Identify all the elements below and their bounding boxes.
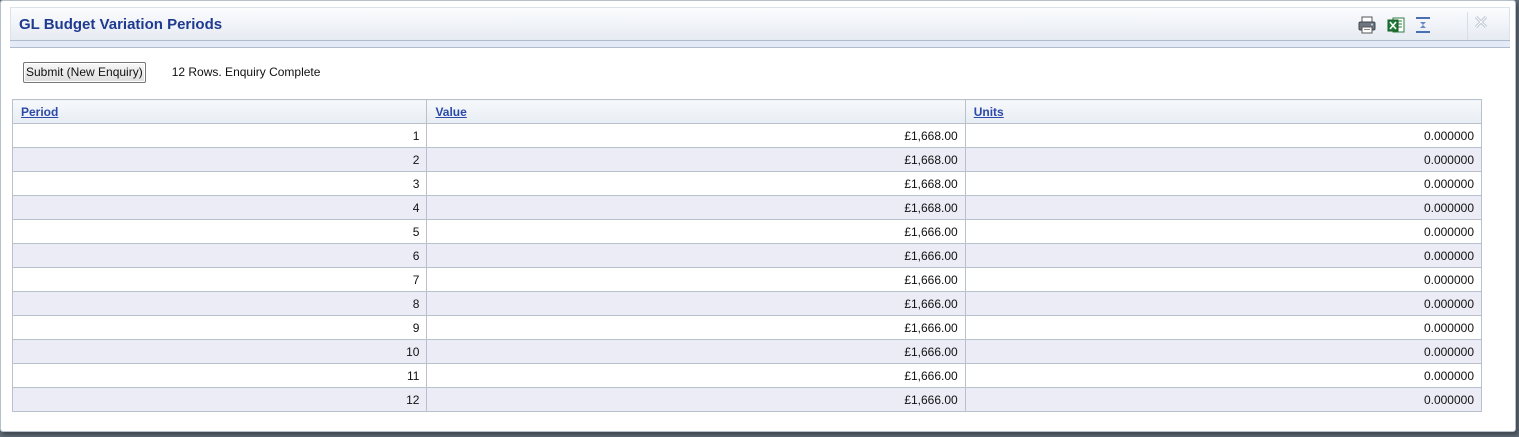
units-cell: 0.000000	[964, 147, 1483, 172]
column-layout-icon[interactable]	[1413, 15, 1433, 35]
value-cell: £1,666.00	[426, 387, 966, 412]
value-cell: £1,668.00	[426, 147, 966, 172]
table-row[interactable]: 10 £1,666.00 0.000000	[11, 339, 1483, 364]
units-column-header[interactable]: Units	[964, 99, 1483, 124]
close-icon[interactable]	[1473, 14, 1489, 30]
table-row[interactable]: 2 £1,668.00 0.000000	[11, 147, 1483, 172]
enquiry-toolbar: Submit (New Enquiry) 12 Rows. Enquiry Co…	[23, 61, 320, 83]
value-cell: £1,666.00	[426, 291, 966, 316]
units-cell: 0.000000	[964, 363, 1483, 388]
value-cell: £1,668.00	[426, 195, 966, 220]
period-cell: 5	[11, 219, 428, 244]
excel-export-icon[interactable]	[1386, 15, 1406, 35]
units-cell: 0.000000	[964, 387, 1483, 412]
table-row[interactable]: 1 £1,668.00 0.000000	[11, 123, 1483, 148]
title-rule	[10, 40, 1510, 48]
value-sort-link[interactable]: Value	[435, 105, 466, 119]
period-cell: 2	[11, 147, 428, 172]
submit-new-enquiry-button[interactable]: Submit (New Enquiry)	[23, 61, 146, 83]
units-cell: 0.000000	[964, 171, 1483, 196]
units-cell: 0.000000	[964, 243, 1483, 268]
units-cell: 0.000000	[964, 267, 1483, 292]
units-cell: 0.000000	[964, 291, 1483, 316]
period-cell: 10	[11, 339, 428, 364]
period-cell: 11	[11, 363, 428, 388]
table-row[interactable]: 8 £1,666.00 0.000000	[11, 291, 1483, 316]
period-column-header[interactable]: Period	[11, 99, 428, 124]
table-row[interactable]: 7 £1,666.00 0.000000	[11, 267, 1483, 292]
table-row[interactable]: 11 £1,666.00 0.000000	[11, 363, 1483, 388]
budget-periods-table: Period Value Units 1 £1,668.00 0.000000 …	[11, 99, 1483, 412]
table-row[interactable]: 4 £1,668.00 0.000000	[11, 195, 1483, 220]
period-cell: 8	[11, 291, 428, 316]
value-cell: £1,666.00	[426, 267, 966, 292]
units-cell: 0.000000	[964, 219, 1483, 244]
period-cell: 1	[11, 123, 428, 148]
table-row[interactable]: 3 £1,668.00 0.000000	[11, 171, 1483, 196]
table-row[interactable]: 6 £1,666.00 0.000000	[11, 243, 1483, 268]
table-header-row: Period Value Units	[11, 99, 1483, 124]
units-cell: 0.000000	[964, 315, 1483, 340]
units-cell: 0.000000	[964, 123, 1483, 148]
period-cell: 4	[11, 195, 428, 220]
value-cell: £1,666.00	[426, 315, 966, 340]
units-sort-link[interactable]: Units	[974, 105, 1004, 119]
period-cell: 7	[11, 267, 428, 292]
period-cell: 6	[11, 243, 428, 268]
value-cell: £1,666.00	[426, 243, 966, 268]
value-cell: £1,668.00	[426, 171, 966, 196]
table-row[interactable]: 12 £1,666.00 0.000000	[11, 387, 1483, 412]
period-cell: 9	[11, 315, 428, 340]
dialog-window: GL Budget Variation Periods Submit (New …	[0, 0, 1516, 432]
window-title: GL Budget Variation Periods	[19, 16, 223, 33]
title-divider	[1467, 12, 1468, 42]
period-sort-link[interactable]: Period	[21, 105, 58, 119]
value-cell: £1,668.00	[426, 123, 966, 148]
table-row[interactable]: 5 £1,666.00 0.000000	[11, 219, 1483, 244]
title-bar: GL Budget Variation Periods	[10, 7, 1510, 42]
value-column-header[interactable]: Value	[426, 99, 966, 124]
table-row[interactable]: 9 £1,666.00 0.000000	[11, 315, 1483, 340]
units-cell: 0.000000	[964, 339, 1483, 364]
units-cell: 0.000000	[964, 195, 1483, 220]
value-cell: £1,666.00	[426, 219, 966, 244]
value-cell: £1,666.00	[426, 339, 966, 364]
status-text: 12 Rows. Enquiry Complete	[171, 65, 321, 79]
period-cell: 3	[11, 171, 428, 196]
print-icon[interactable]	[1357, 15, 1377, 35]
value-cell: £1,666.00	[426, 363, 966, 388]
period-cell: 12	[11, 387, 428, 412]
